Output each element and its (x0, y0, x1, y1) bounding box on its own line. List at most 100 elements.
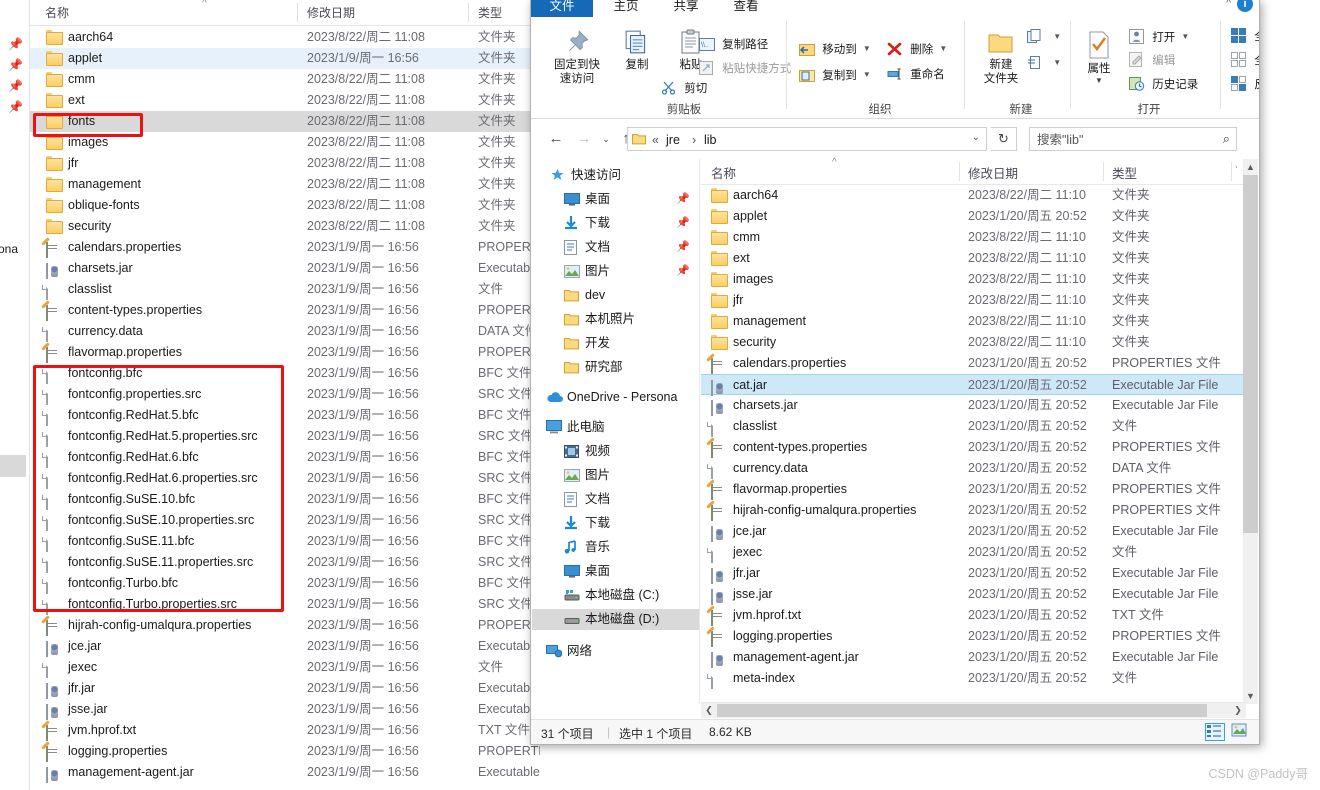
breadcrumb-jre[interactable]: jre (666, 131, 680, 149)
column-divider[interactable] (1231, 162, 1232, 181)
table-row[interactable]: fontconfig.RedHat.6.properties.src2023/1… (30, 468, 540, 489)
column-header-type[interactable]: 类型 (478, 4, 502, 21)
tree-item-dev[interactable]: dev (532, 285, 700, 306)
tree-item-视频[interactable]: 视频 (532, 441, 700, 462)
table-row[interactable]: jsse.jar2023/1/20/周五 20:52Executable Jar… (701, 584, 1246, 605)
tree-item-开发[interactable]: 开发 (532, 333, 700, 354)
table-row[interactable]: fontconfig.RedHat.5.bfc2023/1/9/周一 16:56… (30, 405, 540, 426)
properties-caret-icon[interactable]: ▼ (1073, 76, 1125, 85)
table-row[interactable]: hijrah-config-umalqura.properties2023/1/… (701, 500, 1246, 521)
refresh-icon[interactable]: ↻ (991, 127, 1017, 151)
vertical-scrollbar[interactable]: ▲ ▼ (1243, 159, 1258, 704)
chevron-down-icon[interactable]: ▼ (1053, 32, 1061, 41)
tree-item-此电脑[interactable]: 此电脑 (532, 417, 700, 438)
scroll-up-icon[interactable]: ▲ (1243, 159, 1258, 175)
copy-to-button[interactable]: 复制到 ▼ (799, 65, 871, 85)
table-row[interactable]: jexec2023/1/9/周一 16:56文件 (30, 657, 540, 678)
new-folder-button[interactable]: 新建文件夹 (971, 31, 1031, 86)
table-row[interactable]: classlist2023/1/20/周五 20:52文件 (701, 416, 1246, 437)
table-row[interactable]: jfr.jar2023/1/9/周一 16:56Executable Ja (30, 678, 540, 699)
table-row[interactable]: aarch642023/8/22/周二 11:08文件夹 (30, 27, 540, 48)
breadcrumb-lib[interactable]: lib (704, 131, 717, 149)
column-divider[interactable] (297, 3, 298, 22)
pin-icon[interactable]: 📌 (676, 189, 690, 210)
table-row[interactable]: cmm2023/8/22/周二 11:08文件夹 (30, 69, 540, 90)
pin-icon[interactable]: 📌 (676, 261, 690, 282)
paste-shortcut-button[interactable]: 粘贴快捷方式 (699, 59, 791, 79)
table-row[interactable]: fontconfig.SuSE.10.bfc2023/1/9/周一 16:56B… (30, 489, 540, 510)
table-row[interactable]: logging.properties2023/1/20/周五 20:52PROP… (701, 626, 1246, 647)
tree-item-研究部[interactable]: 研究部 (532, 357, 700, 378)
address-breadcrumb-box[interactable]: « jre › lib ⌄ (627, 127, 987, 151)
pin-icon[interactable]: 📌 (676, 213, 690, 234)
column-header-name[interactable]: 名称 (45, 4, 69, 21)
table-row[interactable]: charsets.jar2023/1/9/周一 16:56Executable … (30, 258, 540, 279)
select-all-button[interactable]: 全部选择 (1231, 27, 1260, 47)
table-row[interactable]: content-types.properties2023/1/20/周五 20:… (701, 437, 1246, 458)
table-row[interactable]: ext2023/8/22/周二 11:10文件夹 (701, 248, 1246, 269)
table-row[interactable]: fontconfig.SuSE.11.bfc2023/1/9/周一 16:56B… (30, 531, 540, 552)
edit-button[interactable]: 编辑 (1129, 51, 1175, 71)
table-row[interactable]: jexec2023/1/20/周五 20:52文件 (701, 542, 1246, 563)
table-row[interactable]: flavormap.properties2023/1/9/周一 16:56PRO… (30, 342, 540, 363)
table-row[interactable]: fontconfig.RedHat.5.properties.src2023/1… (30, 426, 540, 447)
new-item-button[interactable]: ▼ (1027, 27, 1061, 47)
help-icon[interactable]: i (1237, 0, 1253, 12)
table-row[interactable]: fontconfig.SuSE.10.properties.src2023/1/… (30, 510, 540, 531)
scroll-left-icon[interactable]: ❮ (701, 703, 717, 718)
table-row[interactable]: fonts2023/8/22/周二 11:08文件夹 (30, 111, 540, 132)
properties-button[interactable]: 属性 ▼ (1073, 31, 1125, 85)
tree-item-本机照片[interactable]: 本机照片 (532, 309, 700, 330)
table-row[interactable]: classlist2023/1/9/周一 16:56文件 (30, 279, 540, 300)
table-row[interactable]: jvm.hprof.txt2023/1/9/周一 16:56TXT 文件 (30, 720, 540, 741)
table-row[interactable]: applet2023/1/20/周五 20:52文件夹 (701, 206, 1246, 227)
tree-item-图片[interactable]: 图片📌 (532, 261, 700, 282)
table-row[interactable]: jfr2023/8/22/周二 11:10文件夹 (701, 290, 1246, 311)
table-row[interactable]: fontconfig.SuSE.11.properties.src2023/1/… (30, 552, 540, 573)
horizontal-scrollbar[interactable]: ❮ ❯ (701, 702, 1246, 718)
table-row[interactable]: ext2023/8/22/周二 11:08文件夹 (30, 90, 540, 111)
table-row[interactable]: management2023/8/22/周二 11:08文件夹 (30, 174, 540, 195)
tree-item-桌面[interactable]: 桌面 (532, 561, 700, 582)
column-header-size-truncated[interactable]: ᐧ (1235, 163, 1238, 174)
chevron-down-icon[interactable]: ▼ (1181, 32, 1189, 41)
column-header-date[interactable]: 修改日期 (968, 163, 1018, 182)
cut-button[interactable]: 剪切 (661, 79, 707, 99)
search-icon[interactable]: ⌕ (1223, 131, 1230, 147)
recent-locations-icon[interactable]: ⌄ (595, 128, 617, 150)
copy-button[interactable]: 复制 (607, 29, 667, 72)
tab-file[interactable]: 文件 (531, 0, 593, 17)
table-row[interactable]: meta-index2023/1/20/周五 20:52文件 (701, 668, 1246, 689)
easy-access-button[interactable]: ▼ (1027, 53, 1061, 73)
table-row[interactable]: management2023/8/22/周二 11:10文件夹 (701, 311, 1246, 332)
chevron-down-icon[interactable]: ⌄ (972, 132, 980, 143)
tree-item-OneDrive - Persona[interactable]: OneDrive - Persona (532, 387, 700, 408)
delete-button[interactable]: 删除 ▼ (887, 39, 947, 59)
table-row[interactable]: jce.jar2023/1/9/周一 16:56Executable Ja (30, 636, 540, 657)
table-row[interactable]: images2023/8/22/周二 11:10文件夹 (701, 269, 1246, 290)
table-row[interactable]: fontconfig.RedHat.6.bfc2023/1/9/周一 16:56… (30, 447, 540, 468)
tab-view[interactable]: 查看 (719, 0, 773, 17)
table-row[interactable]: fontconfig.bfc2023/1/9/周一 16:56BFC 文件 (30, 363, 540, 384)
column-divider[interactable] (959, 162, 960, 181)
rename-button[interactable]: 重命名 (887, 65, 945, 85)
table-row[interactable]: jsse.jar2023/1/9/周一 16:56Executable Ja (30, 699, 540, 720)
chevron-down-icon[interactable]: ▼ (939, 44, 947, 53)
tree-item-下载[interactable]: 下载📌 (532, 213, 700, 234)
tab-home[interactable]: 主页 (599, 0, 653, 17)
history-button[interactable]: 历史记录 (1129, 75, 1198, 95)
table-row[interactable]: hijrah-config-umalqura.properties2023/1/… (30, 615, 540, 636)
table-row[interactable]: cmm2023/8/22/周二 11:10文件夹 (701, 227, 1246, 248)
column-divider[interactable] (468, 3, 469, 22)
table-row[interactable]: fontconfig.Turbo.bfc2023/1/9/周一 16:56BFC… (30, 573, 540, 594)
details-view-icon[interactable] (1205, 723, 1225, 741)
scroll-right-icon[interactable]: ❯ (1230, 703, 1246, 718)
chevron-down-icon[interactable]: ▼ (863, 44, 871, 53)
table-row[interactable]: jce.jar2023/1/20/周五 20:52Executable Jar … (701, 521, 1246, 542)
search-input[interactable]: 搜索"lib" (1037, 131, 1083, 149)
table-row[interactable]: flavormap.properties2023/1/20/周五 20:52PR… (701, 479, 1246, 500)
tree-item-本地磁盘 (D:)[interactable]: 本地磁盘 (D:) (532, 609, 700, 630)
table-row[interactable]: currency.data2023/1/20/周五 20:52DATA 文件 (701, 458, 1246, 479)
table-row[interactable]: management-agent.jar2023/1/9/周一 16:56Exe… (30, 762, 540, 783)
tree-item-网络[interactable]: 网络 (532, 641, 700, 662)
